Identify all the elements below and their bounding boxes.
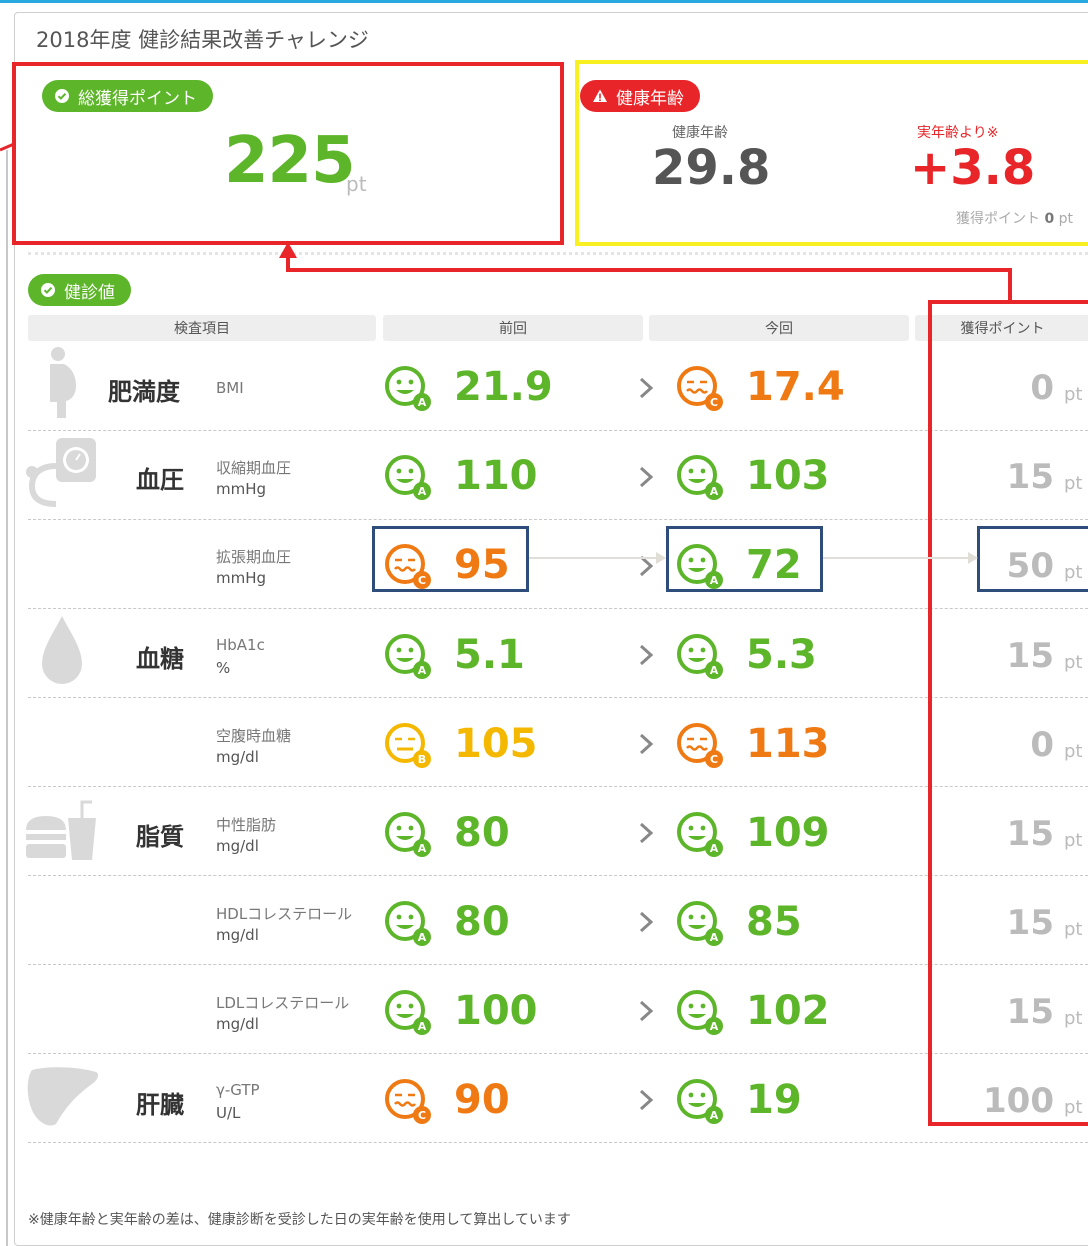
- red-arrowhead: [279, 242, 297, 258]
- connector-arrowhead: [656, 552, 666, 564]
- red-arrow-stub: [0, 142, 15, 152]
- annotation-arrows: [0, 142, 1012, 564]
- connector-arrowhead: [968, 552, 978, 564]
- footnote: ※健康年齢と実年齢の差は、健康診断を受診した日の実年齢を使用して算出しています: [28, 1212, 571, 1228]
- red-arrow-line: [286, 252, 1012, 300]
